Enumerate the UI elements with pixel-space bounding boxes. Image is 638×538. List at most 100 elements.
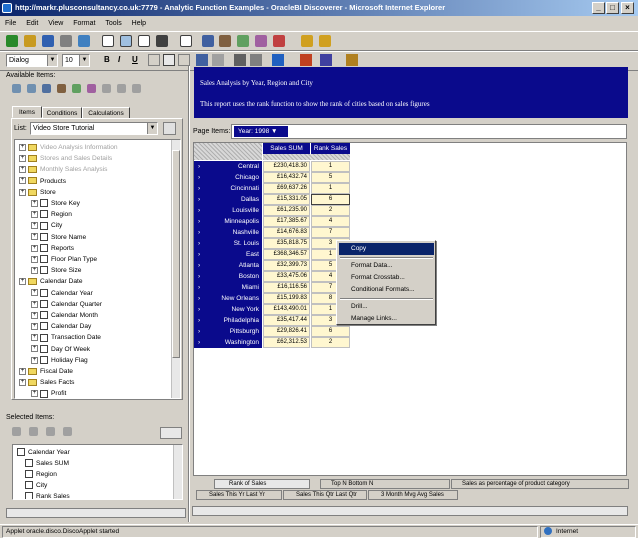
row-header[interactable]: › Central [194,161,262,172]
tree-node[interactable]: + Day Of Week [31,344,90,355]
scroll-thumb[interactable] [172,150,180,358]
fill-color-icon[interactable] [212,54,224,66]
sort-icon[interactable] [119,35,132,47]
row-header[interactable]: › Miami [194,282,262,293]
cell-sales-sum[interactable]: £35,417.44 [263,315,310,326]
decimal-icon[interactable] [250,54,262,66]
expand-arrow-icon[interactable]: › [198,172,200,183]
tree-node[interactable]: + Store Name [31,232,86,243]
expand-icon[interactable] [12,84,21,93]
expand-icon[interactable]: + [31,356,38,364]
size-select[interactable]: 10 ▼ [62,54,90,67]
cell-rank-sales[interactable]: 6 [311,326,350,337]
cell-rank-sales[interactable]: 4 [311,216,350,227]
tree-node[interactable]: + City [31,220,62,231]
row-header[interactable]: › Minneapolis [194,216,262,227]
collapse-icon[interactable] [26,84,36,93]
cell-rank-sales[interactable]: 2 [311,337,350,348]
cell-sales-sum[interactable]: £16,432.74 [263,172,310,183]
expand-arrow-icon[interactable]: › [198,183,200,194]
panel-splitter[interactable] [188,66,190,522]
expand-arrow-icon[interactable]: › [198,271,200,282]
tree-node[interactable]: + Calendar Month [31,310,98,321]
menu-manage-links[interactable]: Manage Links... [339,313,434,325]
tree-node[interactable]: + Calendar Day [31,321,91,332]
cell-rank-sales[interactable]: 5 [311,172,350,183]
cell-sales-sum[interactable]: £32,399.73 [263,260,310,271]
row-header[interactable]: › Washington [194,337,262,348]
row-header[interactable]: › Pittsburgh [194,326,262,337]
table-layout-icon[interactable] [101,35,114,47]
expand-icon[interactable]: + [31,334,38,342]
expand-icon[interactable]: + [19,143,26,151]
tree-node[interactable]: + Store Size [31,265,81,276]
tree-node[interactable]: + Monthly Sales Analysis [19,164,107,175]
tree-node[interactable]: + Calendar Quarter [31,299,102,310]
expand-icon[interactable]: + [19,188,26,196]
expand-arrow-icon[interactable]: › [198,326,200,337]
row-header[interactable]: › Philadelphia [194,315,262,326]
sum-icon[interactable] [201,35,214,47]
list-select[interactable]: Video Store Tutorial ▼ [30,122,158,135]
edit-icon[interactable] [101,84,111,93]
tree-node[interactable]: + Stores and Sales Details [19,153,112,164]
sheet-tab-top-n[interactable]: Top N Bottom N [320,479,450,489]
expand-arrow-icon[interactable]: › [198,315,200,326]
menu-view[interactable]: View [48,20,63,27]
selected-item[interactable]: Rank Sales [25,491,70,499]
row-header[interactable]: › Boston [194,271,262,282]
cell-sales-sum[interactable]: £14,676.83 [263,227,310,238]
menu-tools[interactable]: Tools [105,20,121,27]
expand-arrow-icon[interactable]: › [198,227,200,238]
edit-icon[interactable] [28,427,38,436]
report-hscrollbar[interactable] [192,506,628,516]
selected-scrollbar[interactable] [173,445,182,499]
expand-arrow-icon[interactable]: › [198,337,200,348]
cell-sales-sum[interactable]: £29,826.41 [263,326,310,337]
col-header-rank-sales[interactable]: Rank Sales [311,143,350,154]
row-header[interactable]: › New Orleans [194,293,262,304]
tree-node[interactable]: + Calendar Date [19,276,83,287]
cell-sales-sum[interactable]: £15,331.05 [263,194,310,205]
tree-scrollbar[interactable] [171,140,180,398]
cell-rank-sales[interactable]: 1 [311,183,350,194]
tree-node[interactable]: + Video Analysis Information [19,142,118,153]
order-button[interactable] [160,427,182,439]
expand-icon[interactable]: + [31,266,38,274]
wrap-icon[interactable] [196,54,208,66]
cell-sales-sum[interactable]: £35,818.75 [263,238,310,249]
menu-format[interactable]: Format [73,20,95,27]
expand-icon[interactable]: + [19,367,26,375]
tree-node[interactable]: + Profit [31,388,66,398]
expand-arrow-icon[interactable]: › [198,282,200,293]
close-button[interactable]: × [621,2,634,14]
tree-node[interactable]: + Transaction Date [31,332,101,343]
expand-icon[interactable]: + [31,222,38,230]
expand-arrow-icon[interactable]: › [198,293,200,304]
comma-icon[interactable] [234,54,246,66]
cell-rank-sales[interactable]: 2 [311,205,350,216]
cell-sales-sum[interactable]: £17,385.67 [263,216,310,227]
expand-icon[interactable]: + [19,278,26,286]
query-icon[interactable] [320,54,332,66]
filter-icon[interactable] [255,35,268,47]
row-header[interactable]: › Atlanta [194,260,262,271]
menu-copy[interactable]: Copy [339,243,434,255]
drill-icon[interactable] [301,35,314,47]
link-icon[interactable] [319,35,332,47]
new-icon[interactable] [6,35,18,47]
calc-icon[interactable] [237,35,250,47]
total-icon[interactable] [179,35,192,47]
row-header[interactable]: › St. Louis [194,238,262,249]
menu-conditional-formats[interactable]: Conditional Formats... [339,284,434,296]
row-header[interactable]: › Chicago [194,172,262,183]
cell-sales-sum[interactable]: £15,199.83 [263,293,310,304]
cell-rank-sales[interactable]: 1 [311,161,350,172]
selected-item[interactable]: Sales SUM [25,458,69,469]
expand-arrow-icon[interactable]: › [198,161,200,172]
percent-icon[interactable] [56,84,66,93]
link-icon[interactable] [45,427,55,436]
expand-icon[interactable]: + [31,390,38,398]
expand-icon[interactable]: + [31,322,38,330]
tree-node[interactable]: + Fiscal Date [19,366,73,377]
